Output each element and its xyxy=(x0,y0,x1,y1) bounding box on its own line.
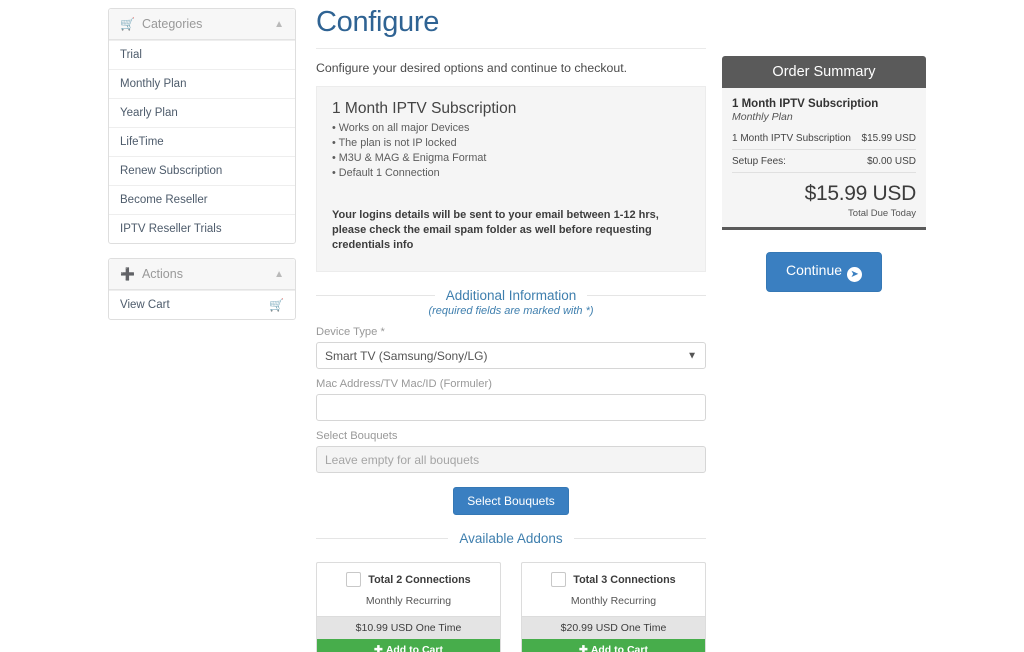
order-summary: Order Summary 1 Month IPTV Subscription … xyxy=(722,56,926,292)
addon-row: Total 2 Connections Monthly Recurring $1… xyxy=(316,562,706,652)
product-bullet: • The plan is not IP locked xyxy=(332,137,457,149)
arrow-right-circle-icon: ➤ xyxy=(847,267,863,282)
continue-button[interactable]: Continue ➤ xyxy=(765,252,883,292)
add-to-cart-button[interactable]: ✚ Add to Cart xyxy=(522,639,705,652)
summary-line-amount: $0.00 USD xyxy=(867,156,916,167)
sidebar-item-label: LifeTime xyxy=(120,136,164,148)
addon-card-body: Total 2 Connections Monthly Recurring xyxy=(317,563,500,616)
product-bullet: • Default 1 Connection xyxy=(332,167,440,179)
select-bouquets-input[interactable] xyxy=(316,446,706,473)
addon-card: Total 2 Connections Monthly Recurring $1… xyxy=(316,562,501,652)
select-bouquets-button[interactable]: Select Bouquets xyxy=(453,487,569,515)
categories-panel-title: Categories xyxy=(141,17,203,31)
divider-left xyxy=(316,538,449,539)
required-fields-note: (required fields are marked with *) xyxy=(428,305,594,317)
product-delivery-note: Your logins details will be sent to your… xyxy=(332,209,659,251)
chevron-up-icon[interactable]: ▲ xyxy=(274,19,284,30)
addon-price: $20.99 USD One Time xyxy=(522,616,705,639)
sidebar: 🛒 Categories ▲ Trial Monthly Plan Yearly… xyxy=(108,8,296,334)
sidebar-item-lifetime[interactable]: LifeTime xyxy=(109,127,295,156)
chevron-up-icon[interactable]: ▲ xyxy=(274,269,284,280)
sidebar-item-label: IPTV Reseller Trials xyxy=(120,223,222,235)
actions-panel-title: Actions xyxy=(141,267,183,281)
device-type-wrapper: Smart TV (Samsung/Sony/LG) ▼ xyxy=(316,342,706,369)
plus-icon: ✚ xyxy=(579,644,588,652)
available-addons-title: Available Addons xyxy=(459,531,563,546)
summary-line-label: 1 Month IPTV Subscription xyxy=(732,133,851,144)
device-type-label: Device Type * xyxy=(316,326,385,338)
sidebar-item-become-reseller[interactable]: Become Reseller xyxy=(109,185,295,214)
sidebar-item-label: Yearly Plan xyxy=(120,107,178,119)
addon-title-row: Total 2 Connections xyxy=(323,572,494,587)
summary-line-label: Setup Fees: xyxy=(732,156,786,167)
available-addons-heading: Available Addons xyxy=(316,531,706,546)
summary-line-item: Setup Fees: $0.00 USD xyxy=(732,150,916,173)
sidebar-item-yearly-plan[interactable]: Yearly Plan xyxy=(109,98,295,127)
addon-name: Total 2 Connections xyxy=(368,573,471,586)
addon-title-row: Total 3 Connections xyxy=(528,572,699,587)
add-to-cart-label: Add to Cart xyxy=(590,644,648,652)
summary-total-amount: $15.99 USD xyxy=(804,182,917,205)
addon-billing-cycle: Monthly Recurring xyxy=(570,595,657,607)
device-type-select[interactable]: Smart TV (Samsung/Sony/LG) xyxy=(316,342,706,369)
addon-card: Total 3 Connections Monthly Recurring $2… xyxy=(521,562,706,652)
sidebar-item-label: Become Reseller xyxy=(120,194,208,206)
addon-card-body: Total 3 Connections Monthly Recurring xyxy=(522,563,705,616)
summary-total-label: Total Due Today xyxy=(848,208,916,219)
cart-icon: 🛒 xyxy=(120,17,135,31)
add-to-cart-label: Add to Cart xyxy=(385,644,443,652)
categories-panel-header[interactable]: 🛒 Categories ▲ xyxy=(109,9,295,40)
actions-panel-header[interactable]: ➕ Actions ▲ xyxy=(109,259,295,290)
add-to-cart-button[interactable]: ✚ Add to Cart xyxy=(317,639,500,652)
addon-price: $10.99 USD One Time xyxy=(317,616,500,639)
sidebar-item-label: Renew Subscription xyxy=(120,165,223,177)
divider-right xyxy=(587,295,707,296)
sidebar-item-renew-subscription[interactable]: Renew Subscription xyxy=(109,156,295,185)
product-bullet: • M3U & MAG & Enigma Format xyxy=(332,152,487,164)
plus-icon: ➕ xyxy=(120,267,135,281)
sidebar-item-label: Monthly Plan xyxy=(120,78,187,90)
additional-information-title: Additional Information xyxy=(445,288,577,303)
order-summary-heading: Order Summary xyxy=(722,56,926,88)
addon-checkbox[interactable] xyxy=(551,572,567,587)
product-bullet: • Works on all major Devices xyxy=(332,122,470,134)
mac-address-input[interactable] xyxy=(316,394,706,421)
sidebar-item-view-cart[interactable]: View Cart 🛒 xyxy=(109,290,295,319)
addon-billing-cycle: Monthly Recurring xyxy=(365,595,452,607)
sidebar-item-trial[interactable]: Trial xyxy=(109,40,295,69)
configure-page: 🛒 Categories ▲ Trial Monthly Plan Yearly… xyxy=(0,0,1024,652)
categories-panel: 🛒 Categories ▲ Trial Monthly Plan Yearly… xyxy=(108,8,296,244)
summary-billing-cycle: Monthly Plan xyxy=(732,111,793,123)
select-bouquets-label: Select Bouquets xyxy=(316,430,398,442)
product-description-box: 1 Month IPTV Subscription • Works on all… xyxy=(316,86,706,272)
addon-name: Total 3 Connections xyxy=(573,573,676,586)
addons-grid: Total 2 Connections Monthly Recurring $1… xyxy=(316,562,706,652)
sidebar-item-label: Trial xyxy=(120,49,142,61)
mac-address-label: Mac Address/TV Mac/ID (Formuler) xyxy=(316,378,492,390)
additional-information-heading: Additional Information xyxy=(316,288,707,303)
divider-left xyxy=(316,295,435,296)
page-title: Configure xyxy=(316,6,440,38)
page-subtitle: Configure your desired options and conti… xyxy=(316,61,628,75)
sidebar-item-monthly-plan[interactable]: Monthly Plan xyxy=(109,69,295,98)
order-summary-body: 1 Month IPTV Subscription Monthly Plan 1… xyxy=(722,88,926,230)
summary-product-name: 1 Month IPTV Subscription xyxy=(732,98,879,110)
addon-checkbox[interactable] xyxy=(346,572,362,587)
plus-icon: ✚ xyxy=(374,644,383,652)
actions-panel: ➕ Actions ▲ View Cart 🛒 xyxy=(108,258,296,320)
sidebar-item-iptv-reseller-trials[interactable]: IPTV Reseller Trials xyxy=(109,214,295,243)
cart-icon: 🛒 xyxy=(269,298,284,312)
continue-label: Continue xyxy=(785,262,843,278)
sidebar-item-label: View Cart xyxy=(120,299,170,311)
summary-line-item: 1 Month IPTV Subscription $15.99 USD xyxy=(732,127,916,150)
divider-right xyxy=(573,538,706,539)
title-divider xyxy=(316,48,706,49)
main-content: Configure Configure your desired options… xyxy=(316,0,707,652)
product-name: 1 Month IPTV Subscription xyxy=(332,100,517,117)
summary-line-amount: $15.99 USD xyxy=(861,133,916,144)
